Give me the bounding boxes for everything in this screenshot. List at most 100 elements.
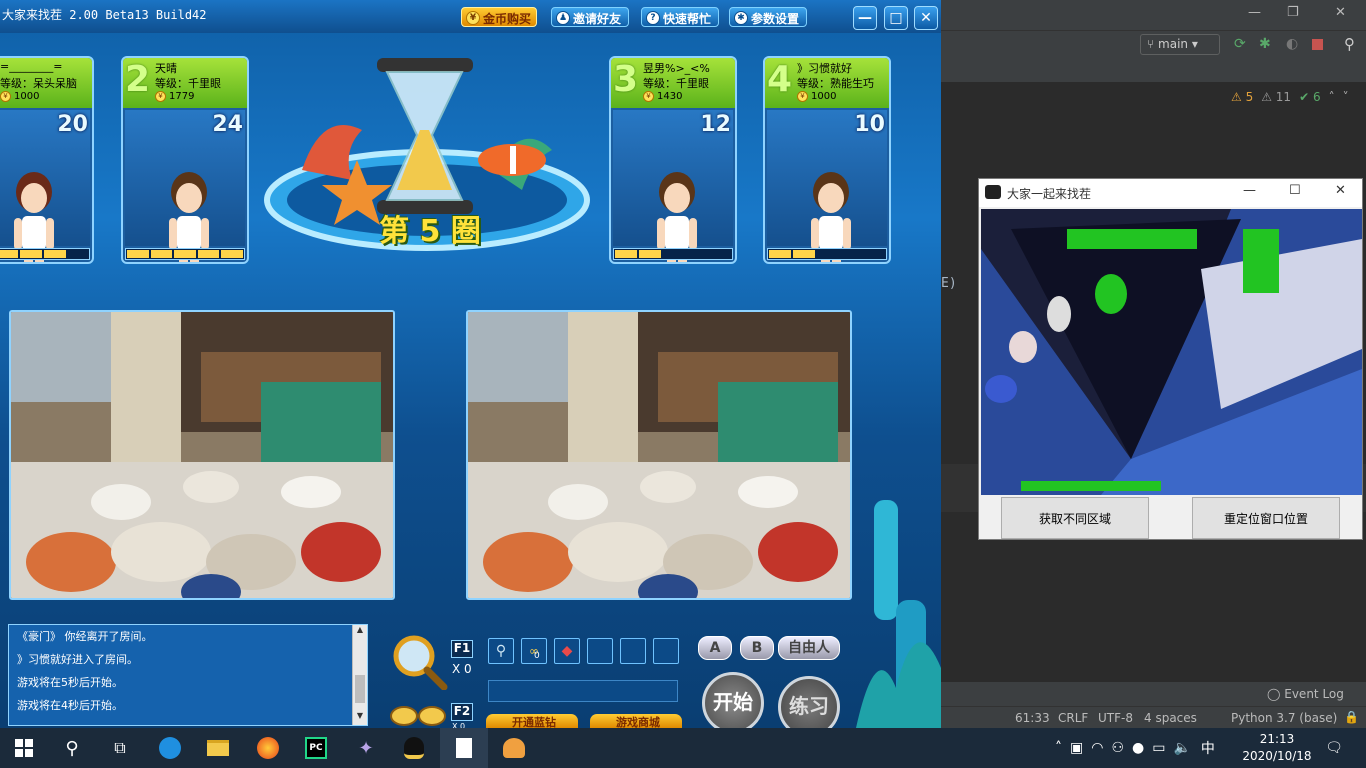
coverage-icon[interactable]: ◐ <box>1286 36 1298 52</box>
market-photo <box>468 312 850 598</box>
get-difference-button[interactable]: 获取不同区域 <box>1001 497 1149 539</box>
maximize-icon[interactable]: ☐ <box>1289 183 1301 198</box>
tool-slot-glasses[interactable]: ∞ 0 <box>521 638 547 664</box>
vip-button[interactable]: 开通蓝钻 <box>486 714 578 728</box>
start-button[interactable]: 开始 <box>702 672 764 728</box>
chevron-up-icon[interactable]: ˄ <box>1329 90 1335 104</box>
person-icon: ♟ <box>556 11 570 25</box>
weak-warning-count[interactable]: ⚠ 11 <box>1261 90 1291 104</box>
scroll-thumb[interactable] <box>355 675 365 703</box>
ime-indicator[interactable]: 中 <box>1201 738 1215 758</box>
branch-selector[interactable]: ⑂ main ▾ <box>1140 34 1220 55</box>
team-b-button[interactable]: B <box>740 636 774 660</box>
game-launcher-icon[interactable]: ✦ <box>342 728 390 768</box>
player-score: 20 <box>57 112 88 137</box>
player-seat-number: 2 <box>125 59 151 100</box>
close-button[interactable]: ✕ <box>914 6 938 30</box>
left-photo[interactable] <box>9 310 395 600</box>
warning-count[interactable]: ⚠ 5 <box>1231 90 1253 104</box>
minimize-button[interactable]: — <box>853 6 877 30</box>
stop-icon[interactable] <box>1312 39 1323 50</box>
scroll-down-icon[interactable]: ▼ <box>353 711 367 725</box>
windows-start-icon[interactable] <box>0 728 48 768</box>
chevron-up-icon[interactable]: ˄ <box>1055 740 1062 756</box>
window-restore-icon[interactable]: ❐ <box>1287 5 1299 20</box>
event-log-button[interactable]: ◯ Event Log <box>1267 687 1344 701</box>
reset-window-position-button[interactable]: 重定位窗口位置 <box>1192 497 1340 539</box>
window-minimize-icon[interactable]: — <box>1248 5 1261 20</box>
help-button[interactable]: ? 快速帮忙 <box>641 7 719 27</box>
close-icon[interactable]: ✕ <box>1335 183 1346 198</box>
clock-time: 21:13 <box>1259 732 1295 746</box>
chat-log[interactable]: 《豪门》 你经离开了房间。 》习惯就好进入了房间。 游戏将在5秒后开始。 游戏将… <box>8 624 368 726</box>
player-name: 天晴 <box>155 62 177 75</box>
player-name: 》习惯就好 <box>797 62 852 75</box>
notepad-icon[interactable] <box>440 728 488 768</box>
f1-key: F1 <box>451 640 473 658</box>
tool-slot-gift[interactable]: ◆ <box>554 638 580 664</box>
run-icon[interactable]: ⟳ <box>1234 36 1246 52</box>
glasses-icon[interactable] <box>388 702 448 728</box>
qq-tray-icon[interactable]: ● <box>1132 740 1144 756</box>
player-header: =________= 等级：呆头呆脑 ¥1000 <box>0 58 92 108</box>
player-score: 12 <box>700 112 731 137</box>
shell-game-icon[interactable] <box>490 728 538 768</box>
player-card[interactable]: 3 昱男%>_<% 等级：千里眼 ¥1430 12 <box>609 56 737 264</box>
gold-buy-button[interactable]: ¥ 金币购买 <box>461 7 537 27</box>
player-level: 等级：熟能生巧 <box>797 77 874 90</box>
tool-slot-empty[interactable] <box>587 638 613 664</box>
right-photo[interactable] <box>466 310 852 600</box>
practice-button[interactable]: 练习 <box>778 676 840 728</box>
tool-slot-magnifier[interactable]: ⚲ <box>488 638 514 664</box>
free-player-button[interactable]: 自由人 <box>778 636 840 660</box>
player-card[interactable]: 4 》习惯就好 等级：熟能生巧 ¥1000 10 <box>763 56 891 264</box>
pycharm-icon[interactable]: PC <box>292 728 340 768</box>
player-card[interactable]: 2 天晴 等级：千里眼 ¥1779 24 <box>121 56 249 264</box>
tool-slot-empty[interactable] <box>620 638 646 664</box>
chevron-down-icon[interactable]: ˅ <box>1343 90 1349 104</box>
team-a-button[interactable]: A <box>698 636 732 660</box>
progress-segment <box>221 250 243 258</box>
shop-button[interactable]: 游戏商城 <box>590 714 682 728</box>
network-icon[interactable]: ⚇ <box>1111 740 1124 756</box>
edge-icon[interactable] <box>146 728 194 768</box>
system-tray: ˄ ▣ ◠ ⚇ ● ▭ 🔈 中 <box>1055 728 1215 768</box>
search-icon[interactable]: ⚲ <box>48 728 96 768</box>
invite-button[interactable]: ♟ 邀请好友 <box>551 7 629 27</box>
firefox-icon[interactable] <box>244 728 292 768</box>
wifi-icon[interactable]: ◠ <box>1091 740 1103 756</box>
player-seat-number: 3 <box>613 59 639 100</box>
progress-segment <box>150 250 173 258</box>
chat-scrollbar[interactable]: ▲ ▼ <box>352 625 367 725</box>
line-ending[interactable]: CRLF <box>1058 711 1088 725</box>
tray-app-icon[interactable]: ▣ <box>1070 740 1083 756</box>
notification-icon[interactable]: 🗨 <box>1324 728 1344 768</box>
volume-icon[interactable]: 🔈 <box>1173 740 1190 756</box>
settings-button[interactable]: ✱ 参数设置 <box>729 7 807 27</box>
minimize-icon[interactable]: — <box>1243 183 1256 198</box>
difference-preview <box>981 209 1362 495</box>
chat-line: 游戏将在5秒后开始。 <box>17 676 123 689</box>
ok-count[interactable]: ✔ 6 <box>1299 90 1321 104</box>
task-view-icon[interactable]: ⧉ <box>96 728 144 768</box>
coin-icon: ¥ <box>643 91 654 102</box>
finder-dialog: 大家一起来找茬 — ☐ ✕ 获取不同区域 重定位窗口位置 <box>978 178 1363 540</box>
debug-icon[interactable]: ✱ <box>1259 36 1271 52</box>
clock[interactable]: 21:13 2020/10/18 <box>1240 731 1314 765</box>
file-encoding[interactable]: UTF-8 <box>1098 711 1133 725</box>
search-icon[interactable]: ⚲ <box>1344 35 1355 53</box>
qq-icon[interactable] <box>390 728 438 768</box>
python-interpreter[interactable]: Python 3.7 (base) <box>1231 711 1337 725</box>
magnifier-icon[interactable] <box>392 634 448 690</box>
file-explorer-icon[interactable] <box>194 728 242 768</box>
indent-setting[interactable]: 4 spaces <box>1144 711 1197 725</box>
lock-icon[interactable]: 🔒 <box>1344 710 1359 724</box>
battery-icon[interactable]: ▭ <box>1152 740 1165 756</box>
window-close-icon[interactable]: ✕ <box>1335 5 1346 20</box>
tool-slot-empty[interactable] <box>653 638 679 664</box>
scroll-up-icon[interactable]: ▲ <box>353 625 367 639</box>
cursor-position[interactable]: 61:33 <box>1015 711 1050 725</box>
maximize-button[interactable]: □ <box>884 6 908 30</box>
progress-segment <box>20 250 42 258</box>
player-card[interactable]: =________= 等级：呆头呆脑 ¥1000 20 <box>0 56 94 264</box>
